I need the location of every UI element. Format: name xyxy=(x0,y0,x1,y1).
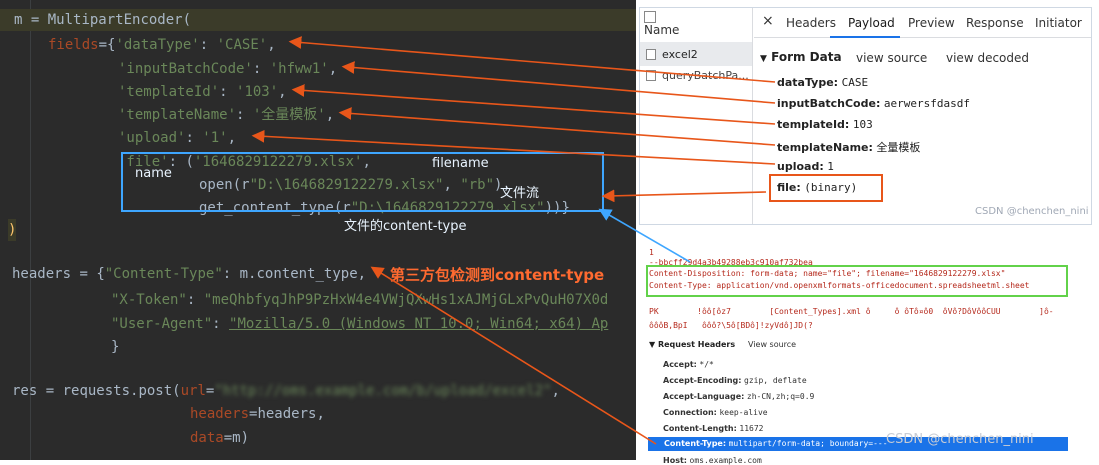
arrow-datatype xyxy=(288,36,776,83)
arrow-file-binary xyxy=(601,189,767,203)
arrow-templateid xyxy=(291,84,776,125)
arrow-blue-to-payload xyxy=(598,208,691,263)
arrow-upload xyxy=(251,129,776,165)
arrow-templatename xyxy=(338,107,776,146)
annotation-arrows xyxy=(251,36,776,445)
arrow-content-type xyxy=(370,266,657,445)
